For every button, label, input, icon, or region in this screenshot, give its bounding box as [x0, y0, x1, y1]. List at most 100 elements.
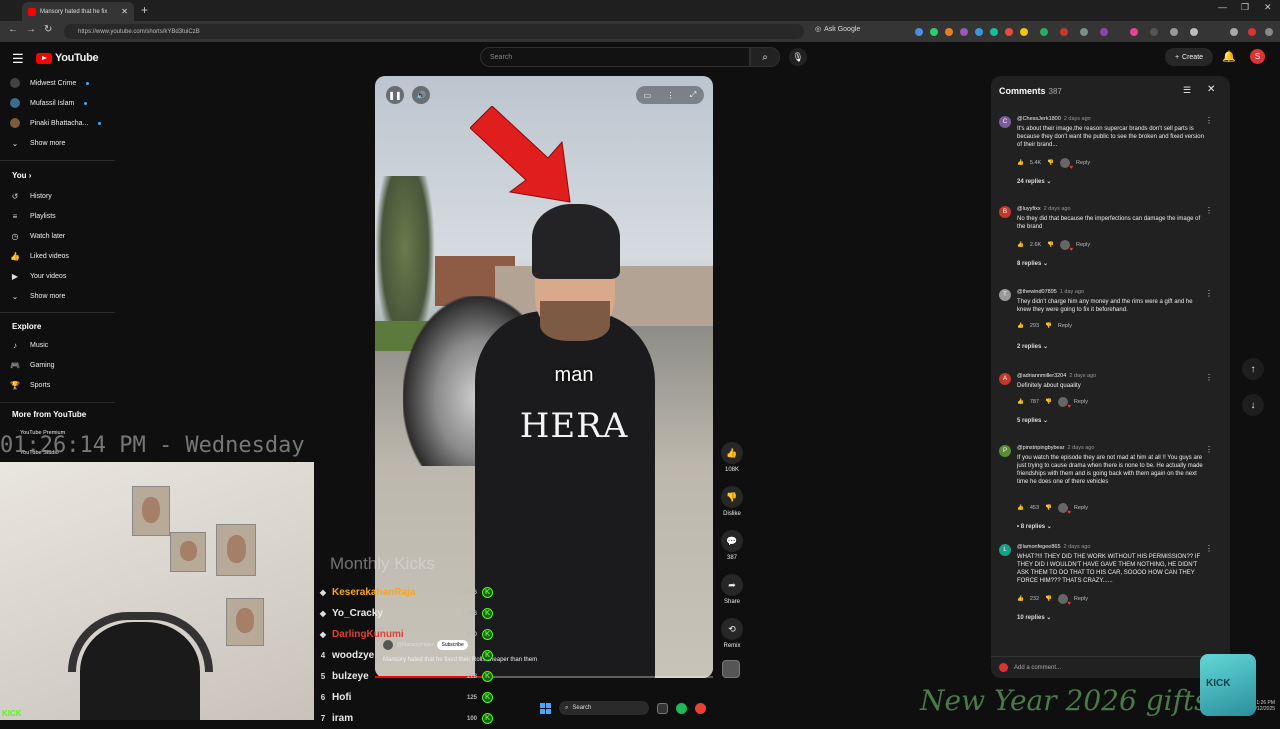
thumbs-up-icon[interactable]: 👍 — [1017, 160, 1024, 166]
account-avatar[interactable]: S — [1250, 49, 1265, 64]
spotify-icon[interactable] — [676, 702, 687, 714]
view-replies-button[interactable]: 2 replies ⌄ — [1017, 343, 1048, 350]
sidebar-item-playlists[interactable]: ≡ Playlists — [10, 209, 56, 223]
sidebar-item-music[interactable]: ♪ Music — [10, 338, 48, 352]
reply-button[interactable]: Reply — [1058, 323, 1072, 329]
comment-menu-icon[interactable]: ⋮ — [1205, 373, 1213, 382]
search-button[interactable]: ⌕ — [750, 47, 780, 67]
comment-author[interactable]: @ChessJerk1800 2 days ago — [1017, 116, 1091, 122]
commenter-avatar[interactable]: P — [999, 445, 1011, 457]
sidebar-item-gaming[interactable]: 🎮 Gaming — [10, 358, 55, 372]
extension-icon[interactable] — [930, 28, 938, 36]
reload-icon[interactable]: ↻ — [44, 24, 52, 35]
comment-menu-icon[interactable]: ⋮ — [1205, 206, 1213, 215]
extension-icon[interactable] — [960, 28, 968, 36]
extension-icon[interactable] — [915, 28, 923, 36]
extension-icon[interactable] — [1060, 28, 1068, 36]
comment-menu-icon[interactable]: ⋮ — [1205, 544, 1213, 553]
extension-icon[interactable] — [1170, 28, 1178, 36]
volume-icon[interactable]: 🔊 — [412, 86, 430, 104]
tab-close-icon[interactable]: ✕ — [121, 7, 128, 16]
thumbs-up-icon[interactable]: 👍 — [1017, 596, 1024, 602]
sidebar-subscription[interactable]: Midwest Crime — [10, 76, 90, 90]
fullscreen-icon[interactable]: ⤢ — [690, 90, 696, 100]
view-replies-button[interactable]: 8 replies ⌄ — [1017, 260, 1048, 267]
share-action[interactable]: ➦ Share — [720, 574, 744, 605]
maximize-icon[interactable]: ❐ — [1241, 2, 1249, 13]
previous-short-button[interactable]: ↑ — [1242, 358, 1264, 380]
commenter-avatar[interactable]: A — [999, 373, 1011, 385]
reply-button[interactable]: Reply — [1076, 160, 1090, 166]
comment-author[interactable]: @lamonfegee865 2 days ago — [1017, 544, 1090, 550]
audio-thumbnail[interactable] — [722, 660, 740, 678]
extension-icon[interactable] — [1190, 28, 1198, 36]
add-comment-input[interactable]: Add a comment... — [991, 656, 1230, 678]
view-replies-button[interactable]: 10 replies ⌄ — [1017, 614, 1051, 621]
extension-icon[interactable] — [1005, 28, 1013, 36]
sidebar-item-watch-later[interactable]: ◷ Watch later — [10, 229, 66, 243]
extension-icon[interactable] — [1020, 28, 1028, 36]
comment-author[interactable]: @pinstripingbybear 2 days ago — [1017, 445, 1094, 451]
sidebar-show-more[interactable]: ⌄ Show more — [10, 289, 66, 303]
extension-icon[interactable] — [1100, 28, 1108, 36]
commenter-avatar[interactable]: L — [999, 544, 1011, 556]
browser-menu-icon[interactable] — [1265, 28, 1273, 36]
next-short-button[interactable]: ↓ — [1242, 394, 1264, 416]
extension-icon[interactable] — [990, 28, 998, 36]
sidebar-subscription[interactable]: Mufassil Islam — [10, 96, 88, 110]
thumbs-down-icon[interactable]: 👎 — [721, 486, 743, 508]
extension-icon[interactable] — [1080, 28, 1088, 36]
captions-icon[interactable]: ▭ — [644, 91, 652, 100]
search-input[interactable]: Search — [480, 47, 750, 67]
thumbs-up-icon[interactable]: 👍 — [1017, 505, 1024, 511]
sidebar-item-liked-videos[interactable]: 👍 Liked videos — [10, 249, 69, 263]
profile-icon[interactable] — [1230, 28, 1238, 36]
reply-button[interactable]: Reply — [1074, 399, 1088, 405]
reply-button[interactable]: Reply — [1074, 505, 1088, 511]
sidebar-subscription[interactable]: Pinaki Bhattacha... — [10, 116, 102, 130]
dislike-action[interactable]: 👎 Dislike — [720, 486, 744, 517]
thumbs-up-icon[interactable]: 👍 — [1017, 323, 1024, 329]
sidebar-item-history[interactable]: ↺ History — [10, 189, 52, 203]
chrome-icon[interactable] — [695, 702, 706, 714]
hamburger-menu-icon[interactable]: ☰ — [12, 51, 24, 67]
thumbs-up-icon[interactable]: 👍 — [721, 442, 743, 464]
view-replies-button[interactable]: 24 replies ⌄ — [1017, 178, 1051, 185]
thumbs-down-icon[interactable]: 👎 — [1045, 323, 1052, 329]
window-close-icon[interactable]: ✕ — [1264, 2, 1272, 13]
commenter-avatar[interactable]: C — [999, 116, 1011, 128]
extension-icon[interactable] — [1040, 28, 1048, 36]
ask-google-button[interactable]: ◎ Ask Google — [815, 25, 860, 34]
thumbs-down-icon[interactable]: 👎 — [1045, 596, 1052, 602]
comment-menu-icon[interactable]: ⋮ — [1205, 116, 1213, 125]
like-action[interactable]: 👍 108K — [720, 442, 744, 473]
forward-icon[interactable]: → — [26, 24, 36, 35]
thumbs-down-icon[interactable]: 👎 — [1045, 505, 1052, 511]
extension-icon[interactable] — [945, 28, 953, 36]
minimize-icon[interactable]: — — [1218, 2, 1227, 12]
sidebar-you-heading[interactable]: You › — [12, 171, 31, 180]
taskbar-search[interactable]: ⌕ Search — [559, 701, 649, 715]
thumbs-up-icon[interactable]: 👍 — [1017, 399, 1024, 405]
extension-icon[interactable] — [975, 28, 983, 36]
voice-search-icon[interactable]: 🎙 — [789, 48, 807, 66]
comments-action[interactable]: 💬 387 — [720, 530, 744, 561]
comment-author[interactable]: @thewind07895 1 day ago — [1017, 289, 1084, 295]
comment-menu-icon[interactable]: ⋮ — [1205, 445, 1213, 454]
close-icon[interactable]: ✕ — [1207, 84, 1215, 95]
view-replies-button[interactable]: 5 replies ⌄ — [1017, 417, 1048, 424]
thumbs-down-icon[interactable]: 👎 — [1047, 242, 1054, 248]
extension-icon[interactable] — [1150, 28, 1158, 36]
browser-tab[interactable]: Mansory hated that he fix ✕ — [22, 2, 134, 21]
create-button[interactable]: + Create — [1165, 48, 1213, 66]
comment-author[interactable]: @luyyfixx 2 days ago — [1017, 206, 1071, 212]
extension-icon[interactable] — [1130, 28, 1138, 36]
sort-icon[interactable]: ☰ — [1183, 85, 1191, 96]
sidebar-show-more[interactable]: ⌄ Show more — [10, 136, 66, 150]
thumbs-up-icon[interactable]: 👍 — [1017, 242, 1024, 248]
youtube-logo[interactable]: YouTube — [36, 52, 99, 64]
thumbs-down-icon[interactable]: 👎 — [1047, 160, 1054, 166]
notifications-bell-icon[interactable]: 🔔 — [1222, 50, 1236, 63]
new-tab-icon[interactable]: + — [141, 3, 148, 17]
pause-button[interactable]: ❚❚ — [386, 86, 404, 104]
